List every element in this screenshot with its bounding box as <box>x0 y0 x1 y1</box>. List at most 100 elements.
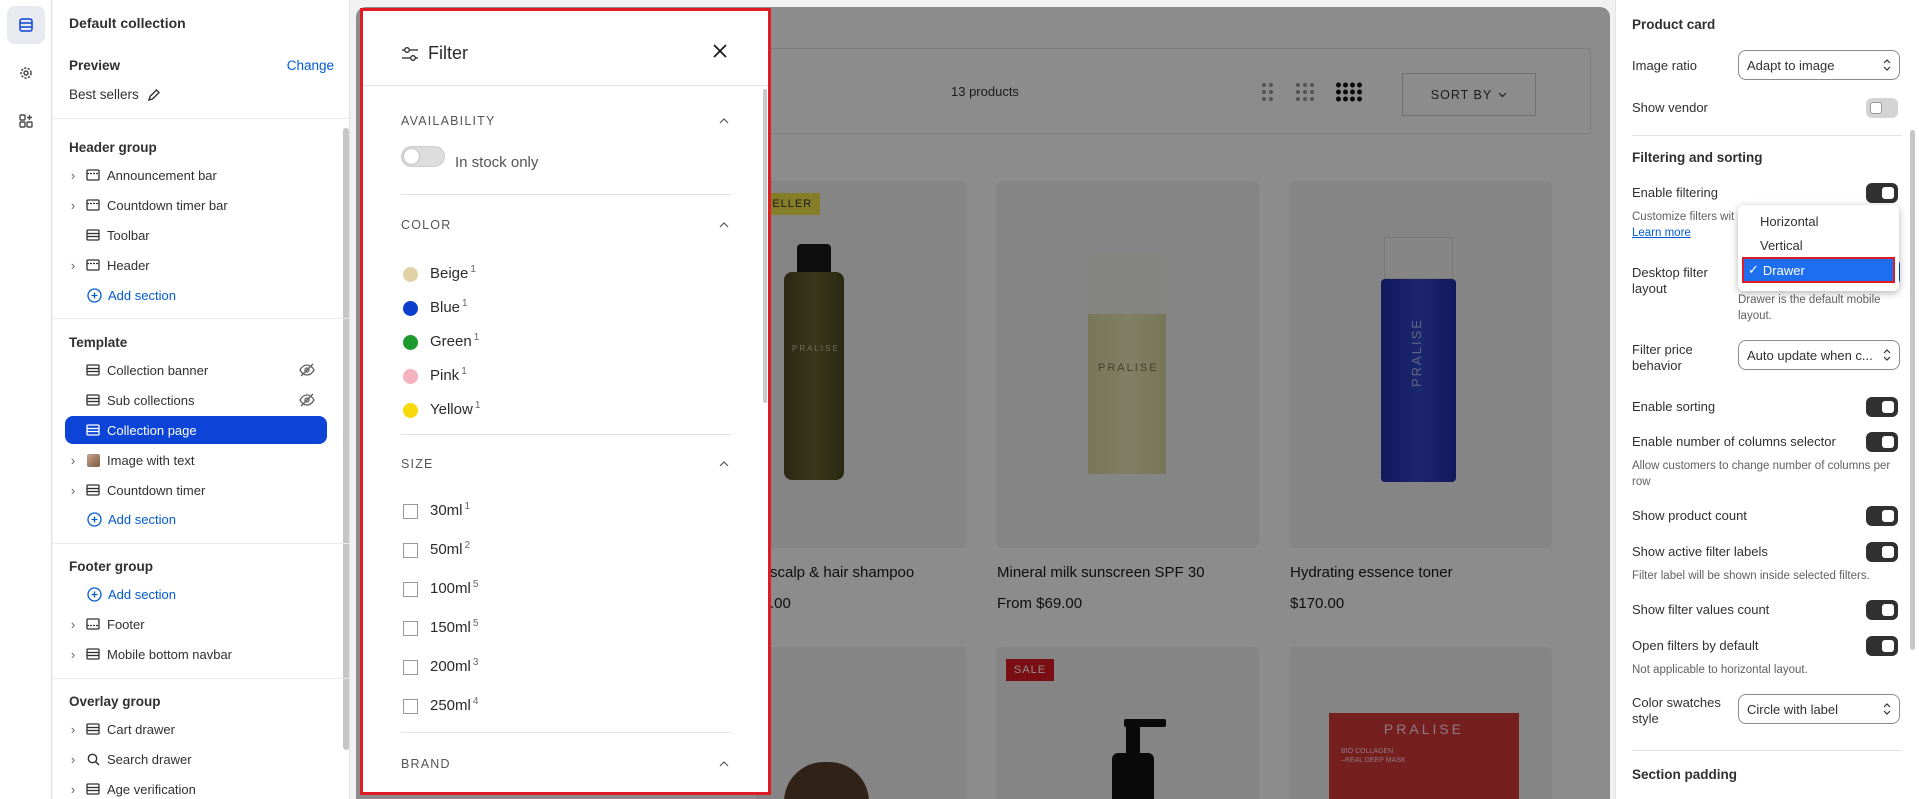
menu-item-drawer[interactable]: ✓ Drawer <box>1742 257 1895 283</box>
chevron-up-icon[interactable] <box>719 118 729 124</box>
header-group-title: Header group <box>69 140 157 155</box>
section-countdown-timer-bar[interactable]: › Countdown timer bar <box>65 191 327 219</box>
chevron-right-icon[interactable]: › <box>65 752 81 767</box>
chevron-up-icon[interactable] <box>719 761 729 767</box>
availability-heading[interactable]: AVAILABILITY <box>401 114 496 128</box>
color-swatch[interactable] <box>403 335 418 350</box>
section-sub-collections[interactable]: Sub collections <box>65 386 327 414</box>
select-arrows-icon <box>1883 702 1891 716</box>
size-option-count: 5 <box>472 579 479 590</box>
change-preview-link[interactable]: Change <box>287 58 334 73</box>
close-icon[interactable] <box>712 43 728 59</box>
color-option-label[interactable]: Green 1 <box>430 332 479 350</box>
add-section-button[interactable]: Add section <box>87 512 176 527</box>
eye-off-icon[interactable] <box>299 393 315 407</box>
plus-circle-icon <box>87 288 102 303</box>
sidebar-scrollbar[interactable] <box>343 128 349 750</box>
settings-scrollbar[interactable] <box>1910 130 1915 650</box>
select-arrows-icon <box>1883 348 1891 362</box>
color-option-text: Yellow <box>430 401 473 418</box>
filter-values-count-toggle[interactable] <box>1866 600 1898 620</box>
size-option-label[interactable]: 250ml 4 <box>430 696 478 714</box>
apps-icon[interactable] <box>7 102 45 140</box>
chevron-up-icon[interactable] <box>719 222 729 228</box>
section-icon <box>85 364 101 376</box>
chevron-right-icon[interactable]: › <box>65 168 81 183</box>
add-section-button[interactable]: Add section <box>87 587 176 602</box>
section-toolbar[interactable]: Toolbar <box>65 221 327 249</box>
swatch-style-select[interactable]: Circle with label <box>1738 694 1900 724</box>
section-cart-drawer[interactable]: › Cart drawer <box>65 715 327 743</box>
show-product-count-toggle[interactable] <box>1866 506 1898 526</box>
section-mobile-bottom-navbar[interactable]: › Mobile bottom navbar <box>65 640 327 668</box>
learn-more-link[interactable]: Learn more <box>1632 225 1691 241</box>
preview-value[interactable]: Best sellers <box>69 87 161 102</box>
chevron-right-icon[interactable]: › <box>65 258 81 273</box>
size-option-label[interactable]: 200ml 3 <box>430 657 478 675</box>
color-heading[interactable]: COLOR <box>401 218 451 232</box>
section-age-verification[interactable]: › Age verification <box>65 775 327 799</box>
chevron-right-icon[interactable]: › <box>65 453 81 468</box>
color-swatch[interactable] <box>403 403 418 418</box>
color-option-label[interactable]: Blue 1 <box>430 298 468 316</box>
section-announcement-bar[interactable]: › Announcement bar <box>65 161 327 189</box>
chevron-right-icon[interactable]: › <box>65 782 81 797</box>
size-checkbox[interactable] <box>403 543 418 558</box>
enable-filtering-toggle[interactable] <box>1866 183 1898 203</box>
section-collection-page[interactable]: Collection page <box>65 416 327 444</box>
color-option-text: Pink <box>430 367 460 384</box>
size-option-label[interactable]: 30ml 1 <box>430 501 470 519</box>
section-image-with-text[interactable]: › Image with text <box>65 446 327 474</box>
size-option-label[interactable]: 100ml 5 <box>430 579 478 597</box>
eye-off-icon[interactable] <box>299 363 315 377</box>
chevron-right-icon[interactable]: › <box>65 198 81 213</box>
divider <box>53 678 349 679</box>
open-filters-toggle[interactable] <box>1866 636 1898 656</box>
chevron-up-icon[interactable] <box>719 461 729 467</box>
size-checkbox[interactable] <box>403 582 418 597</box>
size-option-label[interactable]: 150ml 5 <box>430 618 478 636</box>
size-checkbox[interactable] <box>403 621 418 636</box>
color-option-label[interactable]: Pink 1 <box>430 366 467 384</box>
in-stock-toggle[interactable] <box>401 146 445 167</box>
color-option-label[interactable]: Yellow 1 <box>430 400 480 418</box>
pencil-icon[interactable] <box>147 88 161 102</box>
gear-icon[interactable] <box>7 54 45 92</box>
chevron-right-icon[interactable]: › <box>65 722 81 737</box>
size-heading[interactable]: SIZE <box>401 457 434 471</box>
menu-item-vertical[interactable]: Vertical <box>1742 234 1895 256</box>
color-option-label[interactable]: Beige 1 <box>430 264 476 282</box>
add-section-button[interactable]: Add section <box>87 288 176 303</box>
active-filter-labels-toggle[interactable] <box>1866 542 1898 562</box>
size-checkbox[interactable] <box>403 699 418 714</box>
color-swatch[interactable] <box>403 369 418 384</box>
color-swatch[interactable] <box>403 267 418 282</box>
page-title: Default collection <box>69 15 186 31</box>
size-checkbox[interactable] <box>403 660 418 675</box>
drawer-scrollbar[interactable] <box>763 89 767 403</box>
size-option-text: 100ml <box>430 580 471 597</box>
add-section-label: Add section <box>108 288 176 303</box>
size-option-text: 50ml <box>430 541 463 558</box>
section-header[interactable]: › Header <box>65 251 327 279</box>
columns-selector-toggle[interactable] <box>1866 432 1898 452</box>
brand-heading[interactable]: BRAND <box>401 757 451 771</box>
sections-icon[interactable] <box>7 6 45 44</box>
section-search-drawer[interactable]: › Search drawer <box>65 745 327 773</box>
chevron-right-icon[interactable]: › <box>65 647 81 662</box>
size-option-label[interactable]: 50ml 2 <box>430 540 470 558</box>
color-swatch[interactable] <box>403 301 418 316</box>
filter-price-behavior-select[interactable]: Auto update when c... <box>1738 340 1900 370</box>
section-countdown-timer[interactable]: › Countdown timer <box>65 476 327 504</box>
image-ratio-select[interactable]: Adapt to image <box>1738 50 1900 80</box>
enable-sorting-toggle[interactable] <box>1866 397 1898 417</box>
section-collection-banner[interactable]: Collection banner <box>65 356 327 384</box>
checkmark-icon: ✓ <box>1748 262 1759 277</box>
show-vendor-toggle[interactable] <box>1866 98 1898 118</box>
template-title: Template <box>69 335 128 350</box>
section-footer[interactable]: › Footer <box>65 610 327 638</box>
chevron-right-icon[interactable]: › <box>65 483 81 498</box>
chevron-right-icon[interactable]: › <box>65 617 81 632</box>
menu-item-horizontal[interactable]: Horizontal <box>1742 210 1895 232</box>
size-checkbox[interactable] <box>403 504 418 519</box>
